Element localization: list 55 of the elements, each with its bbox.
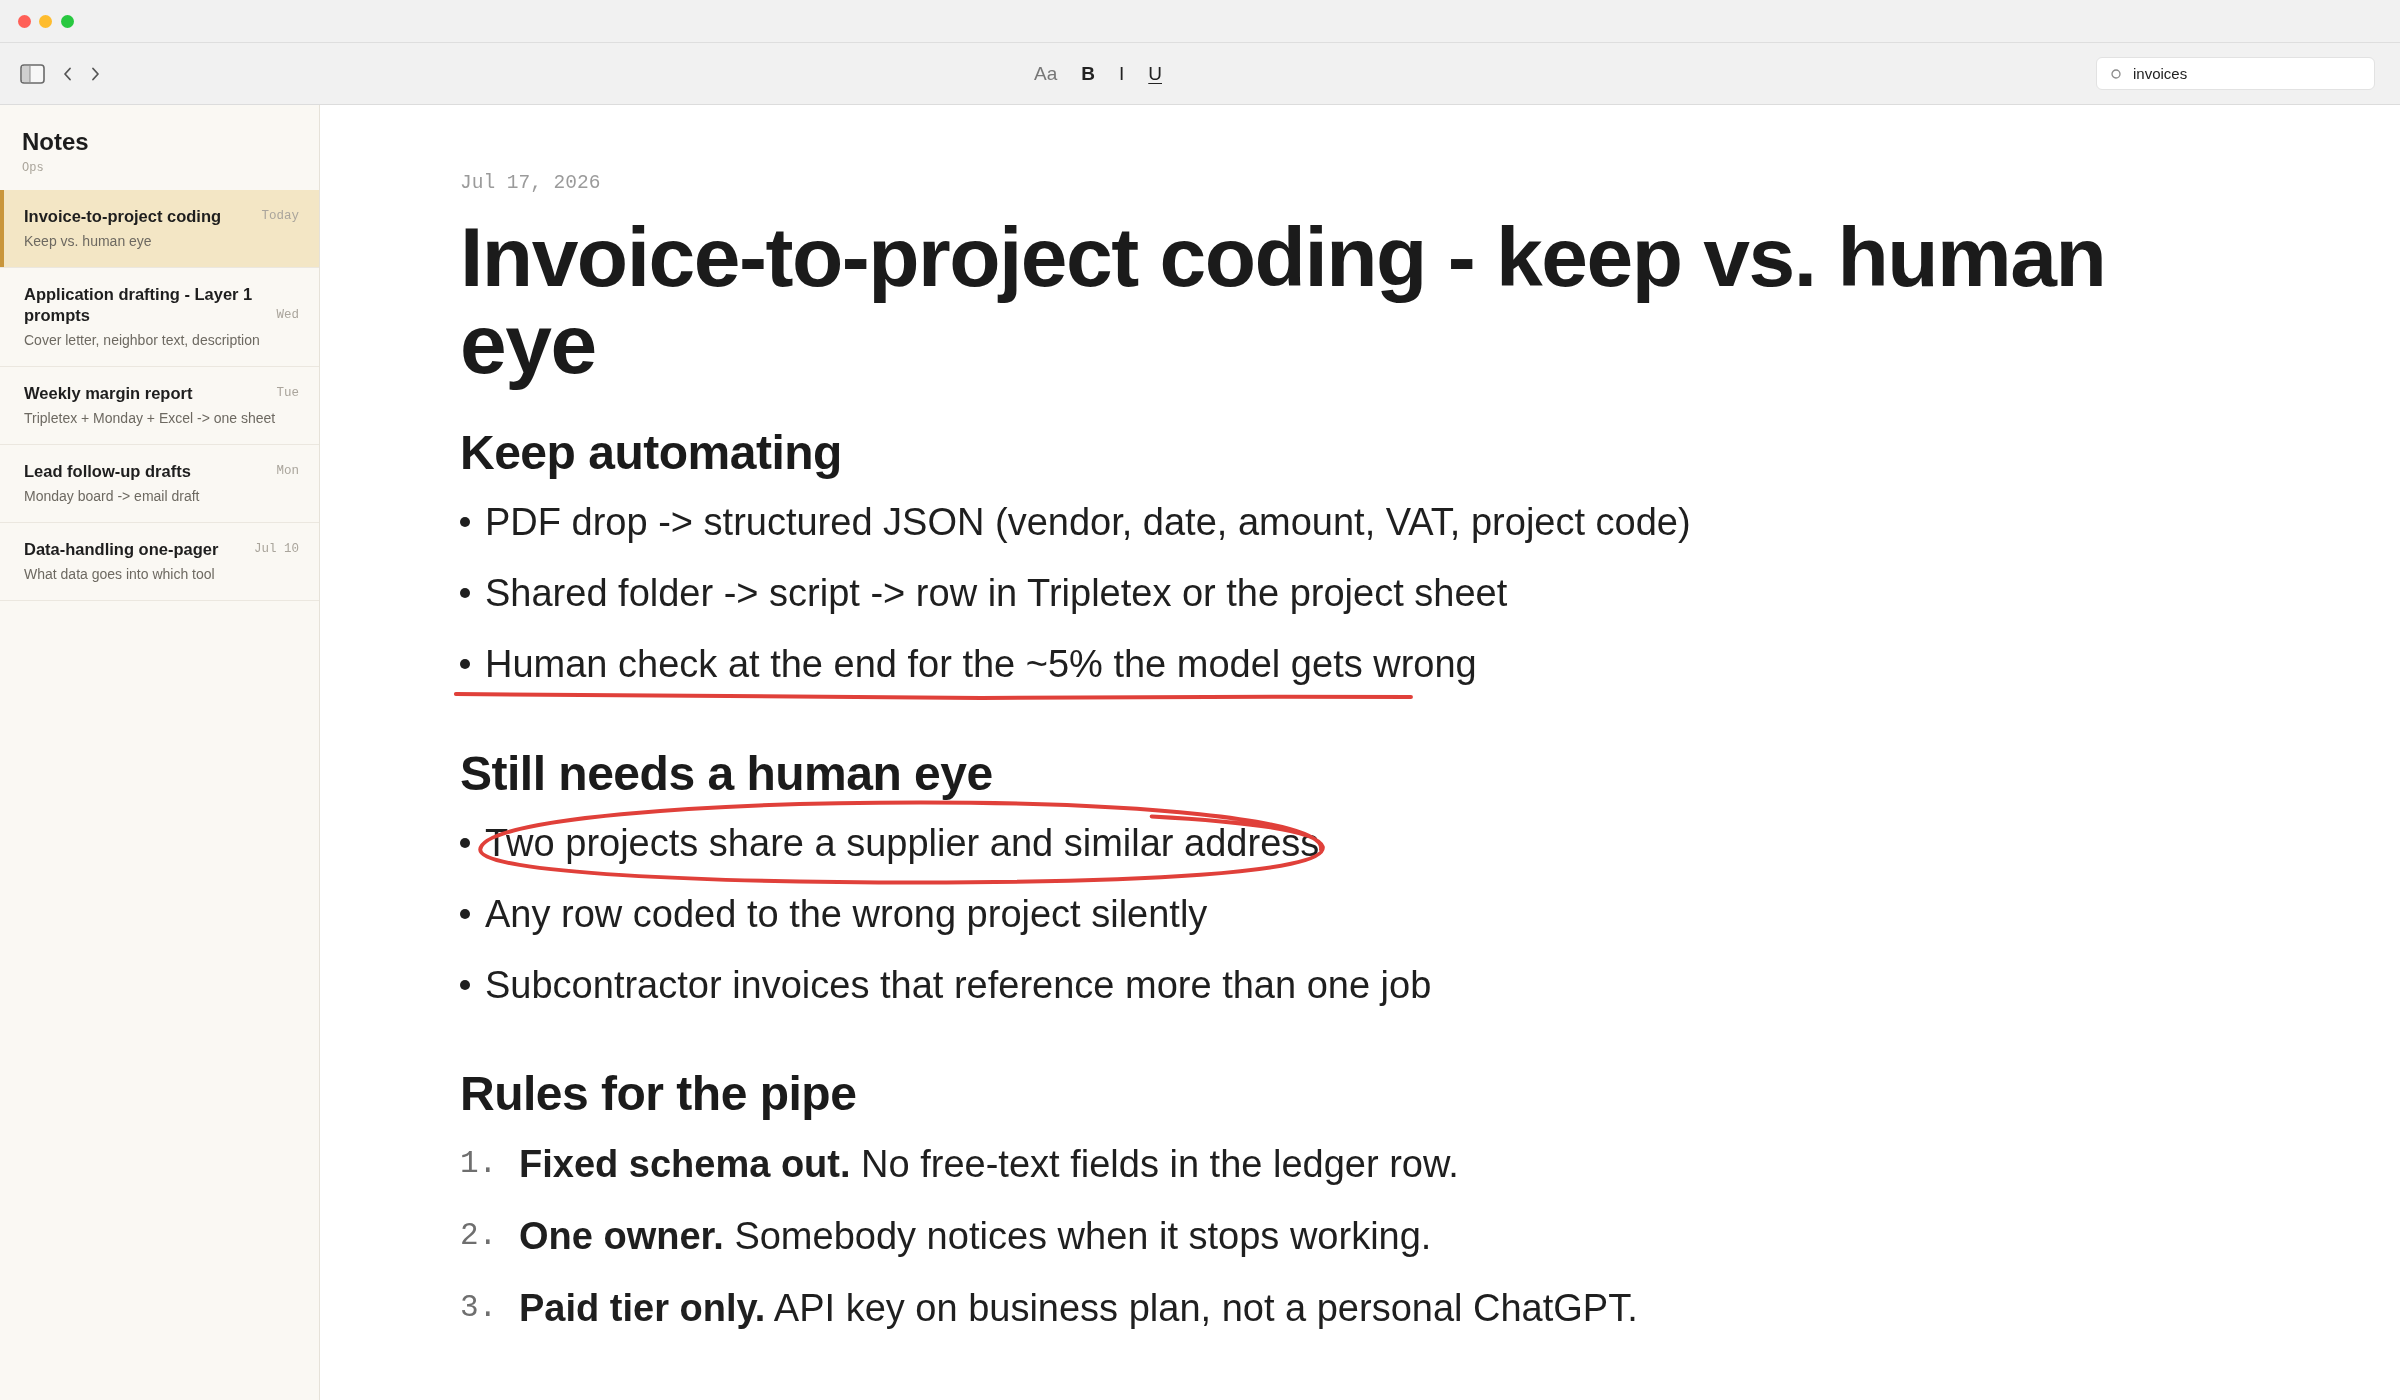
note-list-item[interactable]: Invoice-to-project coding Today Keep vs. human eye xyxy=(0,190,319,268)
note-list-item[interactable]: Application drafting - Layer 1 prompts Wed Cover letter, neighbor text, description xyxy=(0,268,319,367)
sidebar-subtitle: Ops xyxy=(22,160,44,176)
note-preview: What data goes into which tool xyxy=(24,565,216,584)
note-title: Weekly margin report xyxy=(24,383,194,404)
bullet-text: Human check at the end for the ~5% the model gets wrong xyxy=(485,642,1477,687)
list-number: 3. xyxy=(460,1288,499,1327)
window-button-icon[interactable] xyxy=(17,14,31,28)
note-preview: Cover letter, neighbor text, description xyxy=(24,331,261,350)
note-title: Data-handling one-pager xyxy=(24,539,220,560)
bullet-icon xyxy=(460,908,470,919)
note-list-item[interactable]: Data-handling one-pager Jul 10 What data goes into which tool xyxy=(0,523,319,601)
bullet-icon xyxy=(460,517,470,527)
note-list-item[interactable]: Weekly margin report Tue Tripletex + Monday + Excel -> one sheet xyxy=(0,367,319,445)
bullet-icon xyxy=(460,588,470,598)
bullet-text: Subcontractor invoices that reference more than one job xyxy=(485,962,1432,1008)
bullet-icon xyxy=(460,837,470,848)
note-title: Application drafting - Layer 1 prompts xyxy=(24,284,254,326)
list-number: 2. xyxy=(460,1216,499,1255)
bullet-text: Two projects share a supplier and similar address xyxy=(485,820,1320,866)
note-preview: Keep vs. human eye xyxy=(24,232,153,251)
bullet-icon xyxy=(460,979,470,990)
list-item-text: Paid tier only. API key on business plan, not a personal ChatGPT. xyxy=(519,1285,1638,1331)
italic-button[interactable]: I xyxy=(1119,61,1125,86)
note-list-item[interactable]: Lead follow-up drafts Mon Monday board -> email draft xyxy=(0,445,319,523)
note-date: Mon xyxy=(276,463,299,480)
section-heading: Still needs a human eye xyxy=(460,745,993,802)
bullet-text: Shared folder -> script -> row in Tripletex or the project sheet xyxy=(485,571,1508,616)
note-date: Jul 17, 2026 xyxy=(460,171,601,196)
bullet-icon xyxy=(460,659,470,669)
chevron-left-icon[interactable] xyxy=(63,66,72,81)
sidebar-icon[interactable] xyxy=(20,63,45,84)
underline-button[interactable]: U xyxy=(1148,61,1162,86)
note-preview: Monday board -> email draft xyxy=(24,487,201,506)
note-date: Jul 10 xyxy=(254,541,299,558)
list-item-text: One owner. Somebody notices when it stops working. xyxy=(519,1213,1432,1259)
note-title: Lead follow-up drafts xyxy=(24,461,192,482)
search-field[interactable]: invoices xyxy=(2096,57,2375,90)
list-number: 1. xyxy=(460,1144,499,1183)
chevron-right-icon[interactable] xyxy=(91,66,100,81)
note-date: Tue xyxy=(276,385,299,402)
bold-button[interactable]: B xyxy=(1081,61,1095,86)
sidebar-title: Notes xyxy=(22,128,89,156)
note-date: Today xyxy=(261,208,299,225)
section-heading: Keep automating xyxy=(460,425,842,481)
section-heading: Rules for the pipe xyxy=(460,1066,857,1122)
bullet-text: Any row coded to the wrong project silently xyxy=(485,891,1208,937)
search-icon xyxy=(2111,68,2121,79)
note-title: Invoice-to-project coding xyxy=(24,206,223,227)
bullet-text: PDF drop -> structured JSON (vendor, date, amount, VAT, project code) xyxy=(485,500,1691,545)
note-date: Wed xyxy=(276,307,299,324)
note-preview: Tripletex + Monday + Excel -> one sheet xyxy=(24,409,277,428)
list-item-text: Fixed schema out. No free-text fields in the ledger row. xyxy=(519,1141,1459,1187)
font-button[interactable]: Aa xyxy=(1034,61,1058,86)
document-title: Invoice-to-project coding - keep vs. human eye xyxy=(460,213,2107,388)
